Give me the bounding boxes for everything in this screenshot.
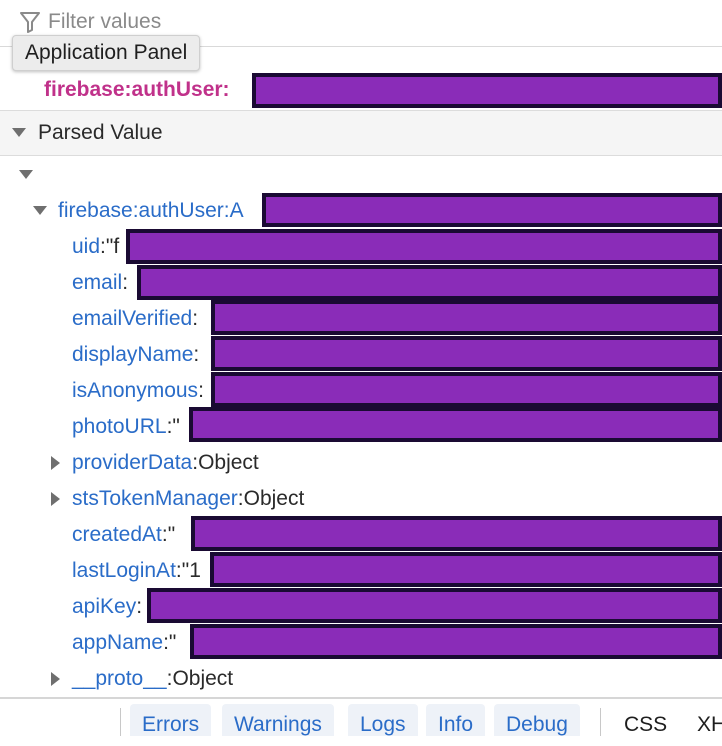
- prop-sep: :": [161, 523, 176, 546]
- prop-key: isAnonymous: [72, 379, 199, 402]
- filter-input[interactable]: [48, 8, 448, 36]
- collapse-triangle-icon[interactable]: [19, 170, 33, 179]
- prop-sep: :": [166, 415, 180, 438]
- redacted-value: [191, 516, 722, 551]
- tree-root-key[interactable]: firebase:authUser:A: [58, 198, 244, 224]
- prop-value: Object: [198, 451, 259, 474]
- tree-item-email[interactable]: email:: [72, 270, 128, 296]
- tree-item-ststokenmanager[interactable]: stsTokenManager:Object: [72, 486, 304, 512]
- tab-warnings[interactable]: Warnings: [222, 704, 334, 736]
- redacted-value: [211, 372, 722, 407]
- prop-key: photoURL: [72, 415, 167, 438]
- prop-sep: :"1: [175, 559, 201, 582]
- prop-key: displayName: [72, 343, 194, 366]
- prop-value: Object: [172, 667, 234, 690]
- prop-key: stsTokenManager: [72, 487, 238, 510]
- redacted-value: [190, 624, 722, 659]
- collapse-triangle-icon[interactable]: [12, 128, 26, 137]
- prop-key: emailVerified: [72, 307, 193, 330]
- tree-item-providerdata[interactable]: providerData:Object: [72, 450, 259, 476]
- prop-key: uid: [72, 235, 101, 258]
- storage-key: firebase:authUser:: [44, 78, 230, 101]
- redacted-value: [126, 229, 722, 264]
- prop-key: appName: [72, 631, 164, 654]
- tree-item-proto[interactable]: __proto__:Object: [72, 666, 233, 692]
- expand-triangle-icon[interactable]: [51, 492, 60, 506]
- redacted-value: [211, 300, 722, 335]
- tree-item-displayname[interactable]: displayName:: [72, 342, 199, 368]
- divider: [600, 708, 601, 736]
- expand-triangle-icon[interactable]: [51, 456, 60, 470]
- redacted-value: [147, 588, 722, 623]
- prop-sep: :: [192, 307, 199, 330]
- prop-sep: :: [136, 595, 143, 618]
- redacted-value: [210, 552, 722, 587]
- prop-sep: :: [198, 379, 204, 402]
- redacted-value: [252, 73, 722, 108]
- tree-item-uid[interactable]: uid:"f: [72, 234, 119, 260]
- tree-item-emailverified[interactable]: emailVerified:: [72, 306, 198, 332]
- collapse-triangle-icon[interactable]: [33, 206, 47, 215]
- expand-triangle-icon[interactable]: [51, 672, 60, 686]
- tab-logs[interactable]: Logs: [348, 704, 418, 736]
- tree-item-apikey[interactable]: apiKey:: [72, 594, 142, 620]
- prop-key: lastLoginAt: [72, 559, 176, 582]
- redacted-value: [262, 193, 722, 227]
- redacted-value: [137, 265, 722, 300]
- prop-sep: :"f: [100, 235, 120, 258]
- tree-item-photourl[interactable]: photoURL:": [72, 414, 180, 440]
- divider: [120, 708, 121, 736]
- prop-key: __proto__: [72, 667, 167, 690]
- prop-key: apiKey: [72, 595, 137, 618]
- tab-errors[interactable]: Errors: [130, 704, 212, 736]
- tab-debug[interactable]: Debug: [494, 704, 580, 736]
- tree-item-isanonymous[interactable]: isAnonymous:: [72, 378, 204, 404]
- redacted-value: [211, 336, 722, 371]
- tab-xhr[interactable]: XH: [697, 704, 722, 746]
- prop-sep: :": [163, 631, 177, 654]
- prop-key: createdAt: [72, 523, 162, 546]
- prop-value: Object: [243, 487, 305, 510]
- parsed-value-title: Parsed Value: [38, 121, 163, 144]
- tree-item-lastloginat[interactable]: lastLoginAt:"1: [72, 558, 201, 584]
- prop-sep: :: [122, 271, 129, 294]
- redacted-value: [189, 407, 722, 442]
- tab-css[interactable]: CSS: [624, 704, 667, 746]
- prop-key: email: [72, 271, 123, 294]
- tree-item-appname[interactable]: appName:": [72, 630, 176, 656]
- tab-info[interactable]: Info: [426, 704, 486, 736]
- prop-sep: :: [193, 343, 200, 366]
- tree-item-createdat[interactable]: createdAt:": [72, 522, 175, 548]
- filter-icon: [20, 11, 40, 33]
- application-panel-tooltip: Application Panel: [12, 35, 201, 71]
- prop-key: providerData: [72, 451, 193, 474]
